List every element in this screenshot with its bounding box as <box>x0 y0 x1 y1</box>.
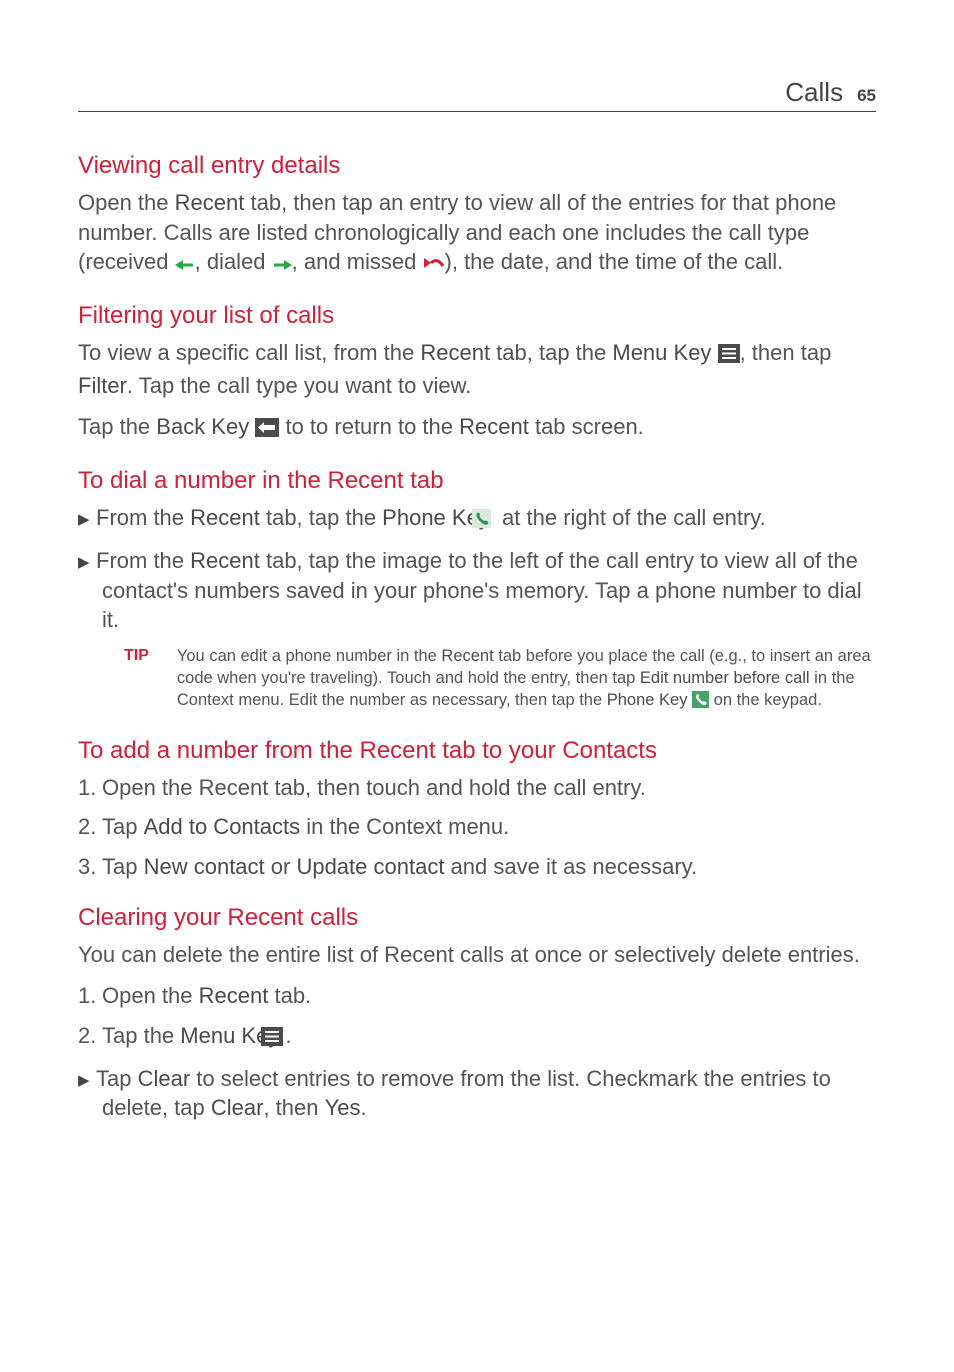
missed-call-icon <box>423 250 445 280</box>
page-header: Calls 65 <box>78 77 876 112</box>
tip-body: You can edit a phone number in the Recen… <box>177 645 876 715</box>
tip-block: TIP You can edit a phone number in the R… <box>124 645 876 715</box>
list-item: 2.Tap Add to Contacts in the Context men… <box>78 812 876 842</box>
num-marker: 3. <box>78 852 102 882</box>
list-clearing: 1.Open the Recent tab. 2.Tap the Menu Ke… <box>78 981 876 1053</box>
p-filtering-2: Tap the Back Key to to return to the Rec… <box>78 412 876 445</box>
heading-filtering: Filtering your list of calls <box>78 302 876 330</box>
sub-list-clearing: ▶Tap Clear to select entries to remove f… <box>78 1064 876 1123</box>
list-item: 1.Open the Recent tab, then touch and ho… <box>78 773 876 803</box>
tip-label: TIP <box>124 645 149 667</box>
page-number: 65 <box>857 86 876 106</box>
dialed-arrow-icon <box>272 250 292 280</box>
num-marker: 2. <box>78 1021 102 1051</box>
num-marker: 1. <box>78 773 102 803</box>
list-item: 1.Open the Recent tab. <box>78 981 876 1011</box>
list-item: 3.Tap New contact or Update contact and … <box>78 852 876 882</box>
bullet-marker: ▶ <box>78 553 96 573</box>
menu-key-icon <box>718 341 740 371</box>
bullet-marker: ▶ <box>78 510 96 530</box>
back-key-icon <box>255 415 279 445</box>
header-title: Calls <box>785 77 843 108</box>
num-marker: 2. <box>78 812 102 842</box>
p-clearing: You can delete the entire list of Recent… <box>78 940 876 970</box>
list-item: 2.Tap the Menu Key . <box>78 1021 876 1054</box>
phone-key-icon <box>692 691 709 714</box>
bullet-marker: ▶ <box>78 1071 96 1091</box>
p-viewing-details: Open the Recent tab, then tap an entry t… <box>78 188 876 280</box>
heading-clearing: Clearing your Recent calls <box>78 904 876 932</box>
list-item: ▶From the Recent tab, tap the Phone Key … <box>78 503 876 536</box>
list-item: ▶Tap Clear to select entries to remove f… <box>78 1064 876 1123</box>
num-marker: 1. <box>78 981 102 1011</box>
p-filtering-1: To view a specific call list, from the R… <box>78 338 876 400</box>
received-arrow-icon <box>175 250 195 280</box>
heading-add-to-contacts: To add a number from the Recent tab to y… <box>78 737 876 765</box>
list-item: ▶From the Recent tab, tap the image to t… <box>78 546 876 635</box>
list-add-contacts: 1.Open the Recent tab, then touch and ho… <box>78 773 876 882</box>
list-dial: ▶From the Recent tab, tap the Phone Key … <box>78 503 876 635</box>
heading-viewing-details: Viewing call entry details <box>78 152 876 180</box>
heading-dial-number: To dial a number in the Recent tab <box>78 467 876 495</box>
page: Calls 65 Viewing call entry details Open… <box>0 0 954 1183</box>
